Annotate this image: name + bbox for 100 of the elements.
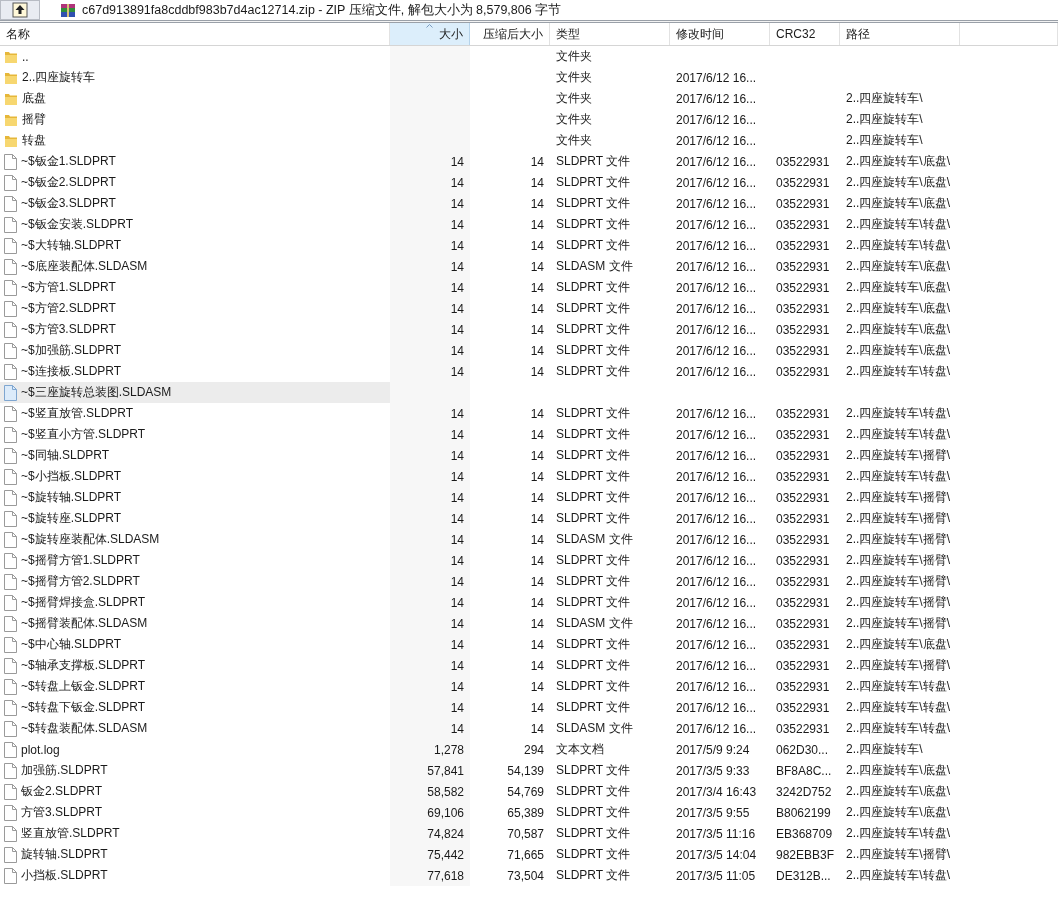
file-name: ~$加强筋.SLDPRT xyxy=(21,342,122,359)
file-row[interactable]: ~$小挡板.SLDPRT 14 14 SLDPRT 文件 2017/6/12 16... 03522931 2..四座旋转车\转盘\ xyxy=(0,466,1058,487)
file-row[interactable]: 旋转轴.SLDPRT 75,442 71,665 SLDPRT 文件 2017/3/5 14:04 982EBB3F 2..四座旋转车\摇臂\ xyxy=(0,844,1058,865)
table-cell: 14 xyxy=(530,553,544,568)
up-folder-button[interactable] xyxy=(0,0,40,20)
file-name: ~$钣金安装.SLDPRT xyxy=(21,216,134,233)
table-cell: B8062199 xyxy=(776,805,831,820)
file-name: ~$摇臂方管2.SLDPRT xyxy=(21,573,140,590)
document-icon xyxy=(4,279,17,296)
file-row[interactable]: 小挡板.SLDPRT 77,618 73,504 SLDPRT 文件 2017/3/5 11:05 DE312B... 2..四座旋转车\转盘\ xyxy=(0,865,1058,886)
document-icon xyxy=(4,657,17,674)
document-icon xyxy=(4,594,17,611)
document-icon xyxy=(4,363,17,380)
file-row[interactable]: ~$摇臂方管2.SLDPRT 14 14 SLDPRT 文件 2017/6/12 16... 03522931 2..四座旋转车\摇臂\ xyxy=(0,571,1058,592)
file-row[interactable]: ~$钣金3.SLDPRT 14 14 SLDPRT 文件 2017/6/12 16... 03522931 2..四座旋转车\底盘\ xyxy=(0,193,1058,214)
table-cell: 2..四座旋转车\转盘\ xyxy=(846,468,950,485)
file-row[interactable]: 摇臂 文件夹 2017/6/12 16... 2..四座旋转车\ xyxy=(0,109,1058,130)
table-cell: 2..四座旋转车\ xyxy=(846,132,923,149)
file-row[interactable]: ~$钣金安装.SLDPRT 14 14 SLDPRT 文件 2017/6/12 16... 03522931 2..四座旋转车\转盘\ xyxy=(0,214,1058,235)
table-cell: SLDPRT 文件 xyxy=(556,216,631,233)
file-name: 底盘 xyxy=(22,90,46,107)
file-row[interactable]: 转盘 文件夹 2017/6/12 16... 2..四座旋转车\ xyxy=(0,130,1058,151)
table-cell: SLDPRT 文件 xyxy=(556,867,631,884)
table-cell: BF8A8C... xyxy=(776,763,832,778)
file-row[interactable]: ~$竖直放管.SLDPRT 14 14 SLDPRT 文件 2017/6/12 16... 03522931 2..四座旋转车\转盘\ xyxy=(0,403,1058,424)
file-name: 旋转轴.SLDPRT xyxy=(21,846,108,863)
table-cell: 2..四座旋转车\底盘\ xyxy=(846,195,950,212)
file-row[interactable]: ~$方管1.SLDPRT 14 14 SLDPRT 文件 2017/6/12 16... 03522931 2..四座旋转车\底盘\ xyxy=(0,277,1058,298)
table-cell: 14 xyxy=(450,364,464,379)
table-cell: SLDPRT 文件 xyxy=(556,594,631,611)
table-cell: 2017/6/12 16... xyxy=(676,595,757,610)
table-cell: 2..四座旋转车\转盘\ xyxy=(846,216,950,233)
document-icon xyxy=(4,384,17,401)
file-row[interactable]: ~$竖直小方管.SLDPRT 14 14 SLDPRT 文件 2017/6/12 16... 03522931 2..四座旋转车\转盘\ xyxy=(0,424,1058,445)
table-cell: 14 xyxy=(450,469,464,484)
file-row[interactable]: ~$转盘下钣金.SLDPRT 14 14 SLDPRT 文件 2017/6/12 16... 03522931 2..四座旋转车\转盘\ xyxy=(0,697,1058,718)
file-row[interactable]: ~$加强筋.SLDPRT 14 14 SLDPRT 文件 2017/6/12 16... 03522931 2..四座旋转车\底盘\ xyxy=(0,340,1058,361)
file-row[interactable]: 方管3.SLDPRT 69,106 65,389 SLDPRT 文件 2017/3/5 9:55 B8062199 2..四座旋转车\底盘\ xyxy=(0,802,1058,823)
table-cell: 062D30... xyxy=(776,742,829,757)
file-row[interactable]: ~$钣金1.SLDPRT 14 14 SLDPRT 文件 2017/6/12 16... 03522931 2..四座旋转车\底盘\ xyxy=(0,151,1058,172)
file-row[interactable]: ~$方管2.SLDPRT 14 14 SLDPRT 文件 2017/6/12 16... 03522931 2..四座旋转车\底盘\ xyxy=(0,298,1058,319)
file-row[interactable]: 2..四座旋转车 文件夹 2017/6/12 16... xyxy=(0,67,1058,88)
table-cell: SLDPRT 文件 xyxy=(556,237,631,254)
file-row[interactable]: ~$连接板.SLDPRT 14 14 SLDPRT 文件 2017/6/12 16... 03522931 2..四座旋转车\转盘\ xyxy=(0,361,1058,382)
file-row[interactable]: ~$轴承支撑板.SLDPRT 14 14 SLDPRT 文件 2017/6/12 16... 03522931 2..四座旋转车\摇臂\ xyxy=(0,655,1058,676)
file-row[interactable]: 竖直放管.SLDPRT 74,824 70,587 SLDPRT 文件 2017/3/5 11:16 EB368709 2..四座旋转车\转盘\ xyxy=(0,823,1058,844)
file-row[interactable]: ~$摇臂方管1.SLDPRT 14 14 SLDPRT 文件 2017/6/12 16... 03522931 2..四座旋转车\摇臂\ xyxy=(0,550,1058,571)
table-cell: 文件夹 xyxy=(556,111,592,128)
file-row[interactable]: ~$同轴.SLDPRT 14 14 SLDPRT 文件 2017/6/12 16... 03522931 2..四座旋转车\摇臂\ xyxy=(0,445,1058,466)
file-row[interactable]: 加强筋.SLDPRT 57,841 54,139 SLDPRT 文件 2017/3/5 9:33 BF8A8C... 2..四座旋转车\底盘\ xyxy=(0,760,1058,781)
file-row[interactable]: ~$旋转座.SLDPRT 14 14 SLDPRT 文件 2017/6/12 16... 03522931 2..四座旋转车\摇臂\ xyxy=(0,508,1058,529)
table-cell: 14 xyxy=(450,574,464,589)
file-row[interactable]: ~$底座装配体.SLDASM 14 14 SLDASM 文件 2017/6/12 16... 03522931 2..四座旋转车\底盘\ xyxy=(0,256,1058,277)
table-cell: 14 xyxy=(530,532,544,547)
table-cell: 03522931 xyxy=(776,238,830,253)
file-row[interactable]: .. 文件夹 xyxy=(0,46,1058,67)
file-name: plot.log xyxy=(21,742,60,757)
table-cell: 2017/6/12 16... xyxy=(676,364,757,379)
table-cell: 2017/6/12 16... xyxy=(676,322,757,337)
table-cell: 2..四座旋转车\底盘\ xyxy=(846,804,950,821)
file-row[interactable]: ~$旋转座装配体.SLDASM 14 14 SLDASM 文件 2017/6/12 16... 03522931 2..四座旋转车\摇臂\ xyxy=(0,529,1058,550)
file-row[interactable]: 钣金2.SLDPRT 58,582 54,769 SLDPRT 文件 2017/3/4 16:43 3242D752 2..四座旋转车\底盘\ xyxy=(0,781,1058,802)
file-row[interactable]: ~$摇臂装配体.SLDASM 14 14 SLDASM 文件 2017/6/12 16... 03522931 2..四座旋转车\摇臂\ xyxy=(0,613,1058,634)
table-cell: 14 xyxy=(450,490,464,505)
table-cell: 65,389 xyxy=(507,805,544,820)
table-cell: 2..四座旋转车\转盘\ xyxy=(846,825,950,842)
file-row[interactable]: ~$方管3.SLDPRT 14 14 SLDPRT 文件 2017/6/12 16... 03522931 2..四座旋转车\底盘\ xyxy=(0,319,1058,340)
table-cell: 3242D752 xyxy=(776,784,832,799)
file-row[interactable]: ~$大转轴.SLDPRT 14 14 SLDPRT 文件 2017/6/12 16... 03522931 2..四座旋转车\转盘\ xyxy=(0,235,1058,256)
column-header[interactable]: 大小 xyxy=(390,23,470,45)
file-row[interactable]: ~$钣金2.SLDPRT 14 14 SLDPRT 文件 2017/6/12 16... 03522931 2..四座旋转车\底盘\ xyxy=(0,172,1058,193)
table-cell: SLDPRT 文件 xyxy=(556,489,631,506)
table-cell: 03522931 xyxy=(776,469,830,484)
table-cell: 2017/6/12 16... xyxy=(676,700,757,715)
table-cell: 03522931 xyxy=(776,700,830,715)
table-cell: 2017/6/12 16... xyxy=(676,511,757,526)
file-name: ~$竖直小方管.SLDPRT xyxy=(21,426,146,443)
file-row[interactable]: ~$中心轴.SLDPRT 14 14 SLDPRT 文件 2017/6/12 16... 03522931 2..四座旋转车\底盘\ xyxy=(0,634,1058,655)
file-row[interactable]: ~$转盘装配体.SLDASM 14 14 SLDASM 文件 2017/6/12 16... 03522931 2..四座旋转车\转盘\ xyxy=(0,718,1058,739)
document-icon xyxy=(4,510,17,527)
document-icon xyxy=(4,300,17,317)
folder-icon xyxy=(4,91,18,106)
file-row[interactable]: ~$旋转轴.SLDPRT 14 14 SLDPRT 文件 2017/6/12 16... 03522931 2..四座旋转车\摇臂\ xyxy=(0,487,1058,508)
table-cell: SLDPRT 文件 xyxy=(556,447,631,464)
table-cell: 14 xyxy=(530,700,544,715)
table-cell: 2..四座旋转车\底盘\ xyxy=(846,321,950,338)
table-cell: EB368709 xyxy=(776,826,833,841)
file-name: 钣金2.SLDPRT xyxy=(21,783,103,800)
table-cell: 03522931 xyxy=(776,448,830,463)
table-cell: SLDPRT 文件 xyxy=(556,573,631,590)
file-name: ~$转盘下钣金.SLDPRT xyxy=(21,699,146,716)
file-row[interactable]: plot.log 1,278 294 文本文档 2017/5/9 9:24 062D30... 2..四座旋转车\ xyxy=(0,739,1058,760)
file-row[interactable]: ~$转盘上钣金.SLDPRT 14 14 SLDPRT 文件 2017/6/12 16... 03522931 2..四座旋转车\转盘\ xyxy=(0,676,1058,697)
table-cell: 14 xyxy=(530,217,544,232)
table-cell: SLDPRT 文件 xyxy=(556,783,631,800)
table-cell: 73,504 xyxy=(507,868,544,883)
file-row[interactable]: ~$摇臂焊接盒.SLDPRT 14 14 SLDPRT 文件 2017/6/12 16... 03522931 2..四座旋转车\摇臂\ xyxy=(0,592,1058,613)
file-row[interactable]: 底盘 文件夹 2017/6/12 16... 2..四座旋转车\ xyxy=(0,88,1058,109)
table-cell: 14 xyxy=(530,448,544,463)
file-row[interactable]: ~$三座旋转总装图.SLDASM xyxy=(0,382,1058,403)
